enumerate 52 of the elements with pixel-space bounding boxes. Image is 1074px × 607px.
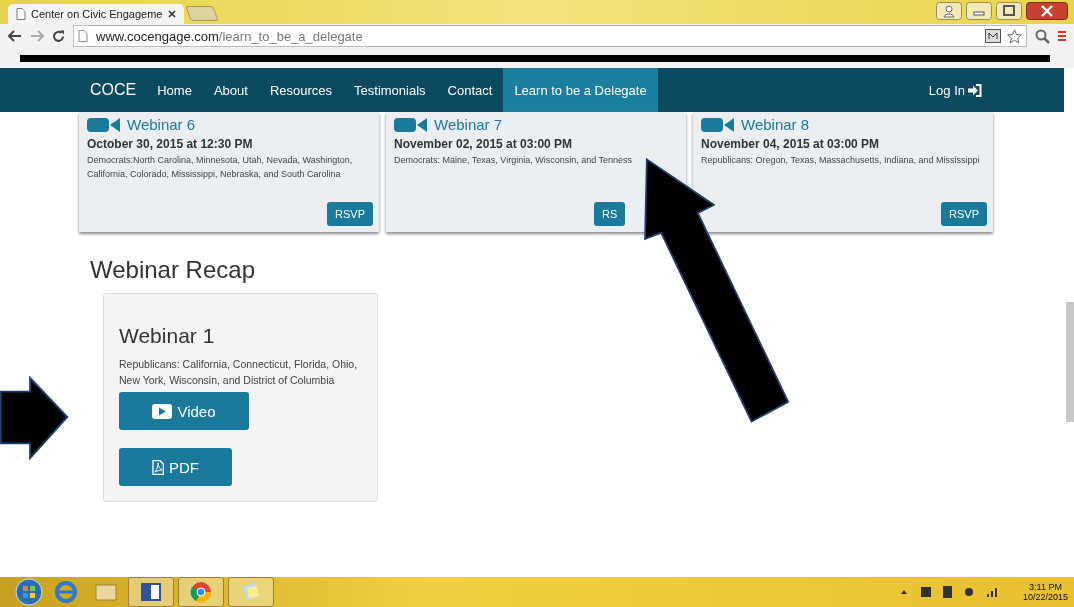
rsvp-button[interactable]: RSVP bbox=[327, 202, 373, 226]
address-bar[interactable]: www.cocengage.com/learn_to_be_a_delegate bbox=[73, 25, 1027, 47]
webinar-title: Webinar 8 bbox=[741, 116, 810, 133]
document-app-icon[interactable] bbox=[128, 577, 174, 607]
play-icon bbox=[152, 403, 173, 419]
login-icon bbox=[968, 83, 982, 97]
nav-link[interactable]: About bbox=[202, 68, 259, 112]
webinar-title: Webinar 1 bbox=[119, 324, 215, 348]
webinar-description: Republicans: California, Connecticut, Florida, Ohio, New York, Wisconsin, and District of Columbia bbox=[119, 357, 359, 388]
nav-link[interactable]: Testimonials bbox=[343, 68, 437, 112]
webinar-title: Webinar 7 bbox=[434, 116, 503, 133]
maximize-icon[interactable] bbox=[996, 2, 1022, 20]
close-icon[interactable] bbox=[1026, 2, 1068, 20]
close-icon[interactable] bbox=[168, 10, 176, 18]
notes-app-icon[interactable] bbox=[228, 577, 274, 607]
minimize-icon[interactable] bbox=[966, 2, 992, 20]
start-button[interactable] bbox=[14, 578, 44, 606]
scrollbar[interactable] bbox=[1066, 302, 1074, 422]
video-button[interactable]: Video bbox=[119, 392, 249, 430]
clock-time: 3:11 PM bbox=[1029, 582, 1062, 592]
pdf-button[interactable]: PDF bbox=[119, 448, 232, 486]
video-camera-icon bbox=[701, 117, 735, 132]
page-icon bbox=[16, 8, 26, 20]
webinar-description: Democrats:North Carolina, Minnesota, Utah, Nevada, Washington, California, Colorado, Mississippi, Nebraska, and South Carolina bbox=[87, 154, 354, 181]
user-icon[interactable] bbox=[936, 2, 962, 20]
clock-date: 10/22/2015 bbox=[1022, 592, 1068, 602]
video-camera-icon bbox=[87, 117, 121, 132]
page-icon bbox=[78, 30, 88, 42]
webinar-description: Democrats: Maine, Texas, Virginia, Wisconsin, and Tenness bbox=[394, 154, 634, 167]
rsvp-button[interactable]: RS bbox=[594, 202, 626, 226]
nav-link[interactable]: Resources bbox=[258, 68, 344, 112]
nav-link[interactable]: Contact bbox=[436, 68, 504, 112]
nav-link[interactable]: Learn to be a Delegate bbox=[503, 68, 658, 112]
site-logo[interactable]: COCE bbox=[90, 68, 137, 112]
video-camera-icon bbox=[394, 117, 428, 132]
browser-tab[interactable]: Center on Civic Engageme bbox=[8, 4, 184, 24]
menu-icon[interactable] bbox=[1058, 30, 1066, 42]
nav-link[interactable]: Home bbox=[146, 68, 203, 112]
extension-icon[interactable] bbox=[985, 29, 1001, 43]
webinar-description: Republicans: Oregon, Texas, Massachusetts, Indiana, and Mississippi bbox=[701, 154, 981, 167]
search-icon[interactable] bbox=[1035, 28, 1050, 44]
login-link[interactable]: Log In bbox=[928, 68, 982, 112]
webinar-date: October 30, 2015 at 12:30 PM bbox=[87, 137, 254, 151]
back-arrow-icon[interactable] bbox=[8, 30, 22, 42]
rsvp-button[interactable]: RSVP bbox=[941, 202, 987, 226]
webinar-date: November 02, 2015 at 03:00 PM bbox=[394, 137, 574, 151]
pdf-file-icon bbox=[152, 459, 164, 475]
webinar-date: November 04, 2015 at 03:00 PM bbox=[701, 137, 881, 151]
webinar-title: Webinar 6 bbox=[127, 116, 196, 133]
reload-icon[interactable] bbox=[52, 29, 65, 43]
section-heading: Webinar Recap bbox=[90, 256, 256, 284]
star-icon[interactable] bbox=[1007, 28, 1022, 44]
